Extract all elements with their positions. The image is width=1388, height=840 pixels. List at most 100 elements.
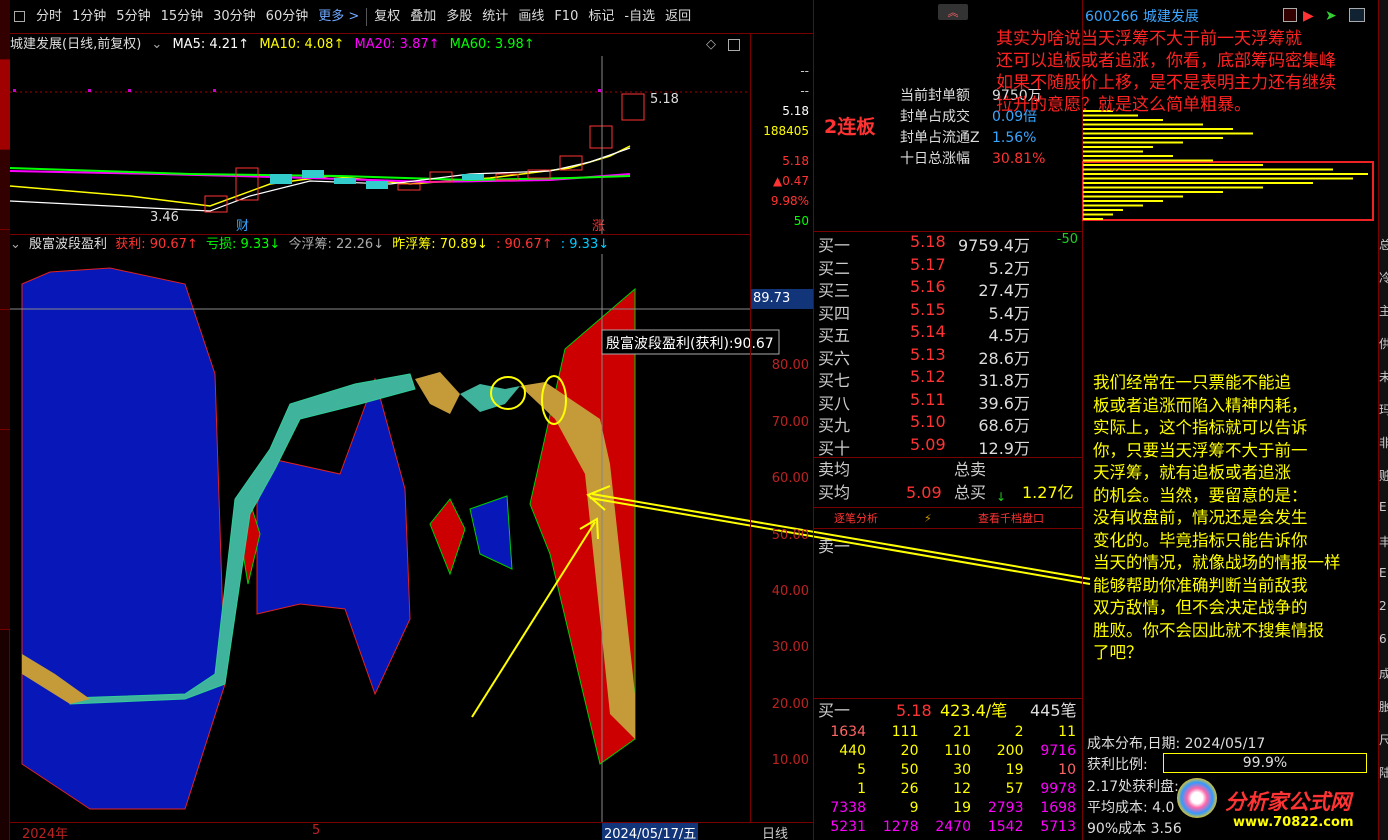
ma5-label: MA5: 4.21↑ bbox=[172, 37, 250, 52]
chip-bar bbox=[1083, 204, 1143, 207]
chip-bar bbox=[1083, 213, 1113, 216]
maximize-icon[interactable] bbox=[728, 39, 740, 51]
order-book-label: 买十 bbox=[818, 438, 851, 458]
overlay-button[interactable]: 叠加 bbox=[405, 0, 441, 34]
kline-chart[interactable]: 5.18 3.46 财 涨 bbox=[9, 56, 750, 234]
buy-avg-label: 买均 bbox=[818, 483, 851, 502]
tab-30min[interactable]: 30分钟 bbox=[208, 0, 261, 34]
right-edge-char: 丰 bbox=[1379, 535, 1388, 549]
trade-queue-cell: 5231 bbox=[830, 819, 866, 835]
date-label: 2024/05/17/五 bbox=[602, 823, 699, 840]
marker-cai: 财 bbox=[236, 219, 249, 234]
mark-button[interactable]: 标记 bbox=[583, 0, 619, 34]
price-axis-value: -- bbox=[800, 64, 809, 78]
f10-button[interactable]: F10 bbox=[549, 0, 583, 34]
left-tab[interactable] bbox=[0, 150, 10, 230]
order-book-row[interactable]: 买五 5.14 4.5万 bbox=[818, 322, 1080, 345]
price-axis-value: -- bbox=[800, 84, 809, 98]
back-button[interactable]: 返回 bbox=[660, 0, 696, 34]
annotation-top-line: 拉升的意愿？就是这么简单粗暴。 bbox=[996, 95, 1251, 115]
order-book-row[interactable]: 买七 5.12 31.8万 bbox=[818, 367, 1080, 390]
left-tab[interactable] bbox=[0, 230, 10, 310]
order-book-row[interactable]: 买四 5.15 5.4万 bbox=[818, 300, 1080, 323]
left-tab-strip bbox=[0, 0, 10, 840]
annotation-middle-line: 你，只要当天浮筹不大于前一 bbox=[1093, 440, 1308, 460]
order-book-price: 5.14 bbox=[910, 322, 946, 341]
chip-bar bbox=[1083, 200, 1163, 202]
fuquan-button[interactable]: 复权 bbox=[369, 0, 405, 34]
chevron-down-icon[interactable]: ⌄ bbox=[10, 237, 21, 252]
seal-amount-label: 当前封单额 bbox=[900, 88, 970, 104]
chip-bar bbox=[1083, 150, 1143, 153]
order-book-row[interactable]: 买二 5.17 5.2万 bbox=[818, 255, 1080, 278]
period-label[interactable]: 日线 bbox=[762, 823, 788, 840]
candle-down bbox=[270, 174, 292, 184]
order-book-row[interactable]: 买三 5.16 27.4万 bbox=[818, 277, 1080, 300]
right-edge-strip: 总冷主供未玛非赃 E 丰 E 2 6 成胀尺陆 bbox=[1378, 0, 1388, 840]
order-book-price: 5.10 bbox=[910, 412, 946, 431]
right-edge-char: 供 bbox=[1379, 337, 1388, 351]
order-book-row[interactable]: 买一 5.18 9759.4万 -50 bbox=[818, 232, 1080, 255]
draw-line-button[interactable]: 画线 bbox=[513, 0, 549, 34]
order-book-row[interactable]: 买六 5.13 28.6万 bbox=[818, 345, 1080, 368]
chip-bar bbox=[1083, 159, 1213, 162]
trade-queue-cell: 2793 bbox=[987, 800, 1024, 816]
year-label: 2024年 bbox=[22, 827, 69, 840]
trade-queue-cell: 19 bbox=[1005, 762, 1024, 778]
price-axis-volume: 188405 bbox=[763, 124, 809, 138]
chart-icon[interactable] bbox=[1283, 8, 1297, 22]
order-book-label: 买三 bbox=[818, 281, 851, 300]
chip-bar bbox=[1083, 128, 1233, 130]
trade-queue-cell: 2470 bbox=[935, 819, 971, 835]
blue-region bbox=[21, 267, 226, 810]
diamond-icon[interactable]: ◇ bbox=[706, 34, 716, 56]
left-tab-active[interactable] bbox=[0, 60, 10, 150]
order-book-vol: 5.2万 bbox=[988, 258, 1030, 278]
lightning-icon[interactable]: ⚡ bbox=[924, 508, 932, 530]
chip-bar bbox=[1083, 173, 1368, 175]
annotation-top-line: 如果不随股价上移，是不是表明主力还有继续 bbox=[996, 73, 1336, 93]
checkbox-icon[interactable] bbox=[14, 11, 25, 22]
right-edge-char: 胀 bbox=[1379, 700, 1388, 714]
depth-view-link[interactable]: 查看千档盘口 bbox=[978, 508, 1044, 530]
buy-avg: 5.09 bbox=[906, 483, 942, 502]
seal-float: 1.56% bbox=[992, 130, 1037, 146]
tab-60min[interactable]: 60分钟 bbox=[261, 0, 314, 34]
tab-5min[interactable]: 5分钟 bbox=[111, 0, 155, 34]
flag-icon[interactable]: ▶ bbox=[1303, 8, 1314, 24]
trade-queue-cell: 12 bbox=[953, 781, 971, 797]
chip-bar bbox=[1083, 177, 1353, 180]
order-book-price: 5.16 bbox=[910, 277, 946, 296]
trade-queue-cell: 5 bbox=[857, 762, 866, 778]
left-tab[interactable] bbox=[0, 310, 10, 430]
chip-profit-at: 2.17处获利盘: bbox=[1087, 779, 1179, 795]
trade-queue-cell: 1 bbox=[857, 781, 866, 797]
tick-analysis-link[interactable]: 逐笔分析 bbox=[834, 508, 878, 530]
stats-button[interactable]: 统计 bbox=[477, 0, 513, 34]
tab-fenshi[interactable]: 分时 bbox=[31, 0, 67, 34]
arrow-icon[interactable]: ➤ bbox=[1325, 8, 1337, 24]
chip-bar bbox=[1083, 186, 1263, 189]
order-book-label: 买五 bbox=[818, 326, 851, 345]
order-book-row[interactable]: 买十 5.09 12.9万 bbox=[818, 435, 1080, 458]
more-button[interactable]: 更多 > bbox=[313, 0, 364, 34]
bid-one-row: 买一 5.18 423.4/笔 445笔 bbox=[814, 698, 1082, 722]
indicator-axis-tick: 40.00 bbox=[771, 583, 809, 599]
left-tab[interactable] bbox=[0, 430, 10, 630]
order-book-row[interactable]: 买九 5.10 68.6万 bbox=[818, 412, 1080, 435]
collapse-icon[interactable]: ︽ bbox=[938, 4, 968, 20]
order-book-row[interactable]: 买八 5.11 39.6万 bbox=[818, 390, 1080, 413]
bid-one-count: 445笔 bbox=[1030, 701, 1077, 720]
indicator-axis-tick: 50.00 bbox=[771, 527, 809, 543]
annotation-middle-line: 了吧？ bbox=[1093, 643, 1143, 662]
right-edge-char: 尺 bbox=[1379, 733, 1388, 747]
watchlist-button[interactable]: -自选 bbox=[619, 0, 660, 34]
chevron-down-icon[interactable]: ⌄ bbox=[151, 37, 162, 52]
left-tab[interactable] bbox=[0, 0, 10, 60]
tab-1min[interactable]: 1分钟 bbox=[67, 0, 111, 34]
multi-stock-button[interactable]: 多股 bbox=[441, 0, 477, 34]
tab-15min[interactable]: 15分钟 bbox=[156, 0, 209, 34]
indicator-chart[interactable]: 殷富波段盈利(获利):90.67 bbox=[10, 254, 1091, 822]
settings-icon[interactable] bbox=[1349, 8, 1365, 22]
chip-bar bbox=[1083, 164, 1263, 166]
